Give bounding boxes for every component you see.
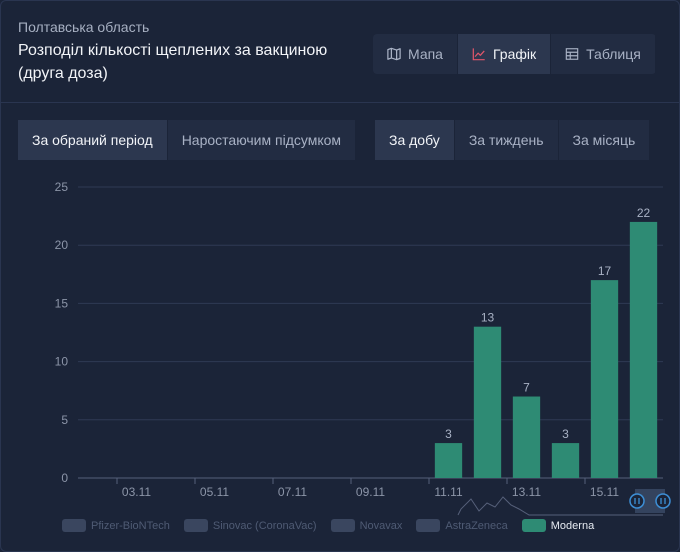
y-tick-label: 10 xyxy=(55,355,69,369)
legend-swatch xyxy=(62,519,86,532)
period-tabs: За добу За тиждень За місяць xyxy=(375,120,651,160)
bar-value-label: 22 xyxy=(637,206,651,220)
table-view-label: Таблиця xyxy=(586,46,641,62)
x-tick-label: 11.11 xyxy=(434,485,463,499)
legend-label: AstraZeneca xyxy=(445,519,508,532)
bar-value-label: 3 xyxy=(445,427,452,441)
x-tick-label: 03.11 xyxy=(122,485,151,499)
legend-swatch xyxy=(183,519,208,532)
y-tick-label: 0 xyxy=(61,471,68,485)
bar xyxy=(551,443,580,478)
x-tick-label: 15.11 xyxy=(590,485,619,499)
legend-label: Pfizer-BioNTech xyxy=(91,519,170,532)
legend-label: Moderna xyxy=(550,519,595,532)
bar-chart: 0 5 10 15 20 25 03.11 05.11 07.11 09.11 11.11 13.11… xyxy=(55,180,671,516)
legend-swatch xyxy=(416,519,441,532)
region-name: Полтавська область xyxy=(18,19,150,35)
y-tick-label: 5 xyxy=(61,413,68,427)
legend-item[interactable]: Pfizer-BioNTech xyxy=(62,519,170,532)
y-tick-label: 25 xyxy=(55,180,69,194)
bar-value-label: 3 xyxy=(562,427,569,441)
chart-title: Розподіл кількості щеплених за вакциною … xyxy=(18,42,328,82)
y-tick-label: 20 xyxy=(55,238,69,252)
bar xyxy=(434,443,463,478)
map-icon xyxy=(387,47,401,61)
tab-cumulative[interactable]: Наростаючим підсумком xyxy=(167,120,357,160)
bar xyxy=(473,326,502,478)
x-tick-label: 07.11 xyxy=(278,485,307,499)
table-view-button[interactable]: Таблиця xyxy=(551,34,656,74)
chart-line-icon xyxy=(472,48,485,61)
chart-card: Полтавська область Розподіл кількості ще… xyxy=(0,0,680,552)
mode-tabs: За обраний період Наростаючим підсумком xyxy=(18,120,357,160)
legend-item[interactable]: AstraZeneca xyxy=(416,519,508,532)
chart-view-button[interactable]: Графік xyxy=(457,34,552,74)
legend-label: Sinovac (CoronaVac) xyxy=(212,519,317,532)
legend-label: Novavax xyxy=(359,519,403,532)
map-view-label: Мапа xyxy=(408,46,443,62)
tab-weekly[interactable]: За тиждень xyxy=(454,120,559,160)
legend-item[interactable]: Sinovac (CoronaVac) xyxy=(183,519,317,532)
x-tick-label: 09.11 xyxy=(356,485,385,499)
card-header: Полтавська область Розподіл кількості ще… xyxy=(18,19,368,85)
bar-value-label: 7 xyxy=(523,381,530,395)
map-view-button[interactable]: Мапа xyxy=(373,34,458,74)
chart-legend: Pfizer-BioNTech Sinovac (CoronaVac) Novava… xyxy=(62,519,594,532)
x-tick-label: 13.11 xyxy=(512,485,541,499)
legend-swatch xyxy=(330,519,355,532)
table-icon xyxy=(565,48,579,60)
bar xyxy=(629,221,658,479)
bar xyxy=(590,280,619,478)
legend-swatch xyxy=(521,519,546,532)
bar-value-label: 13 xyxy=(481,311,495,325)
legend-item[interactable]: Moderna xyxy=(521,519,595,532)
tab-monthly[interactable]: За місяць xyxy=(558,120,651,160)
x-tick-label: 05.11 xyxy=(200,485,229,499)
tab-daily[interactable]: За добу xyxy=(375,120,455,160)
zoom-slider-handle xyxy=(655,493,671,509)
legend-item[interactable]: Novavax xyxy=(330,519,403,532)
bar-value-label: 17 xyxy=(598,264,612,278)
y-tick-label: 15 xyxy=(55,296,69,310)
tab-selected-period[interactable]: За обраний період xyxy=(18,120,168,160)
view-switcher: Мапа Графік Таблиця xyxy=(373,34,656,74)
zoom-slider-handle xyxy=(629,493,645,509)
header-divider xyxy=(1,102,680,103)
bar xyxy=(512,396,541,478)
chart-view-label: Графік xyxy=(492,46,537,62)
